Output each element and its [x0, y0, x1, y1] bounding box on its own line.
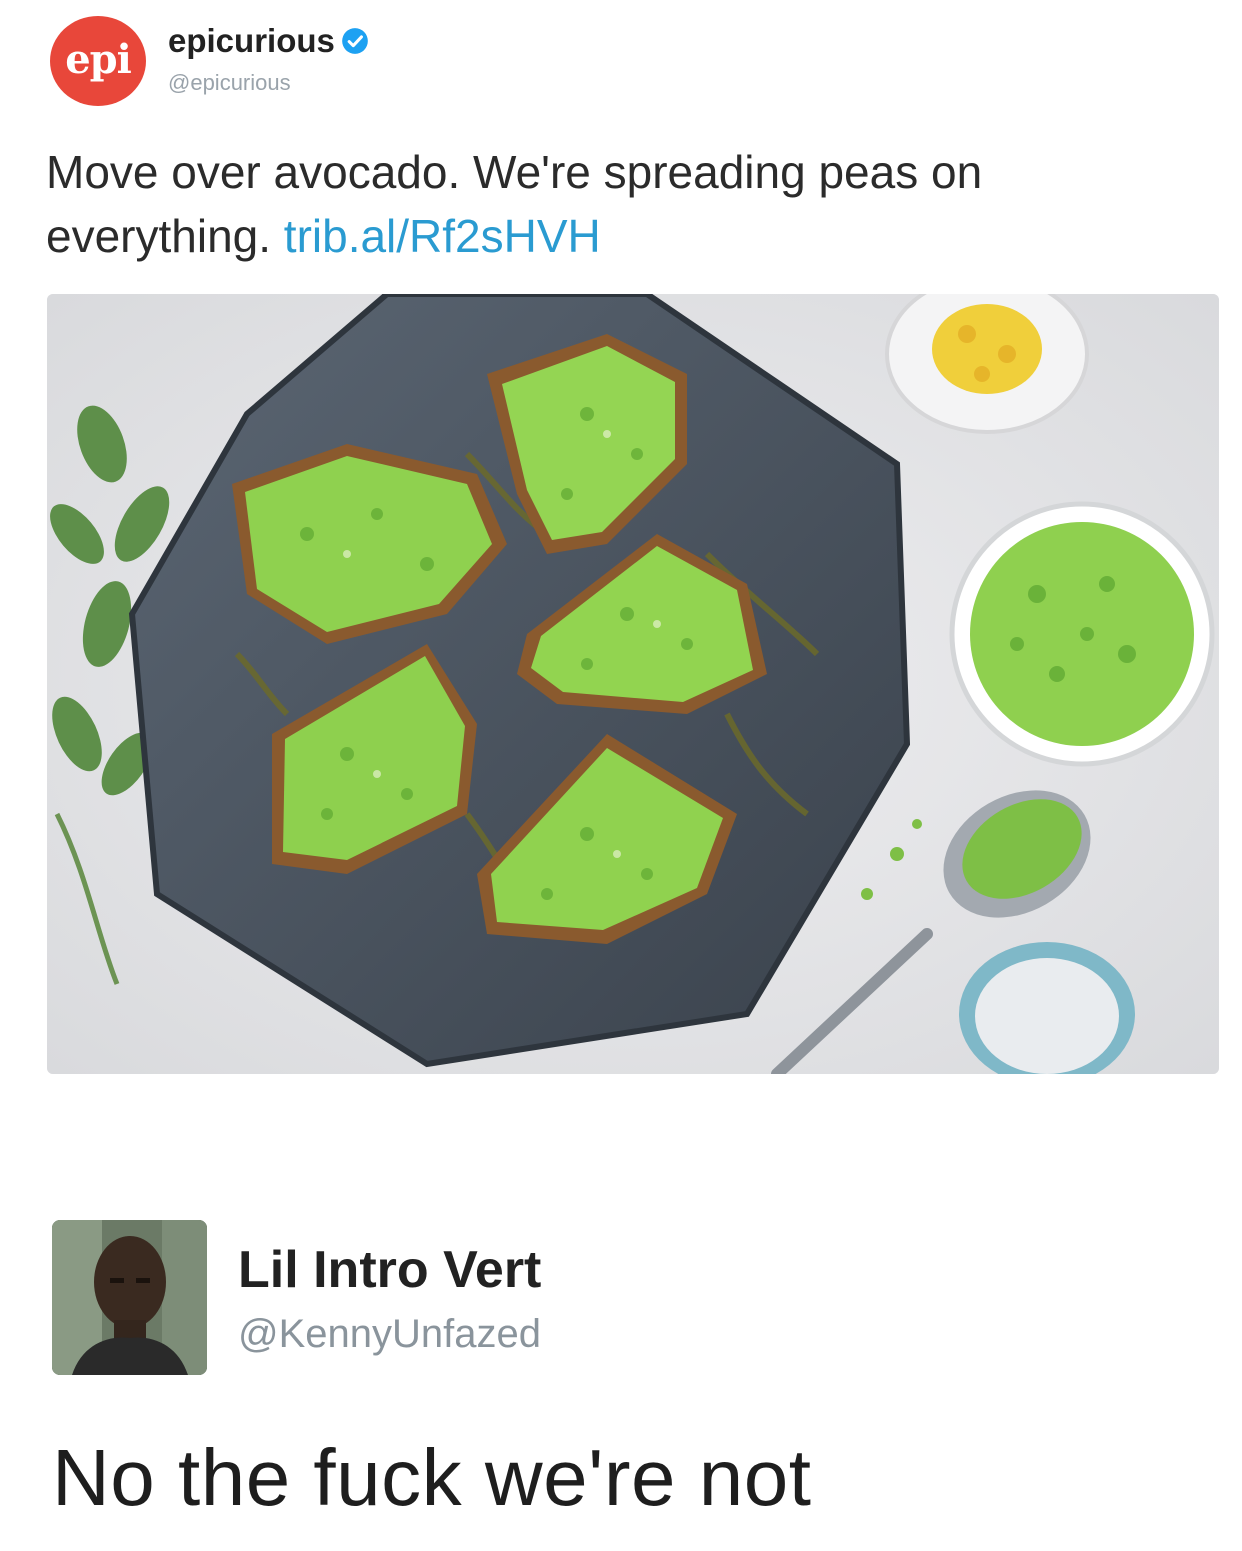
tweet-text: Move over avocado. We're spreading peas …: [46, 140, 1196, 268]
reply-author-name[interactable]: Lil Intro Vert: [238, 1240, 541, 1300]
avatar-logo-text: epi: [65, 35, 132, 83]
author-handle[interactable]: @epicurious: [168, 70, 291, 96]
author-name-row[interactable]: epicurious: [168, 22, 369, 60]
profile-photo: [52, 1220, 207, 1375]
reply-author-handle[interactable]: @KennyUnfazed: [238, 1312, 541, 1357]
verified-badge-icon: [342, 28, 368, 54]
tweet-photo[interactable]: [47, 294, 1219, 1074]
tweet-link[interactable]: trib.al/Rf2sHVH: [284, 210, 601, 262]
reply-text: No the fuck we're not: [52, 1433, 812, 1522]
food-photo-illustration: [47, 294, 1219, 1074]
reply-avatar[interactable]: [52, 1220, 207, 1375]
quoted-tweet: epi epicurious @epicurious Move over avo…: [0, 0, 1242, 1100]
author-name[interactable]: epicurious: [168, 22, 335, 60]
avatar[interactable]: epi: [50, 16, 146, 106]
